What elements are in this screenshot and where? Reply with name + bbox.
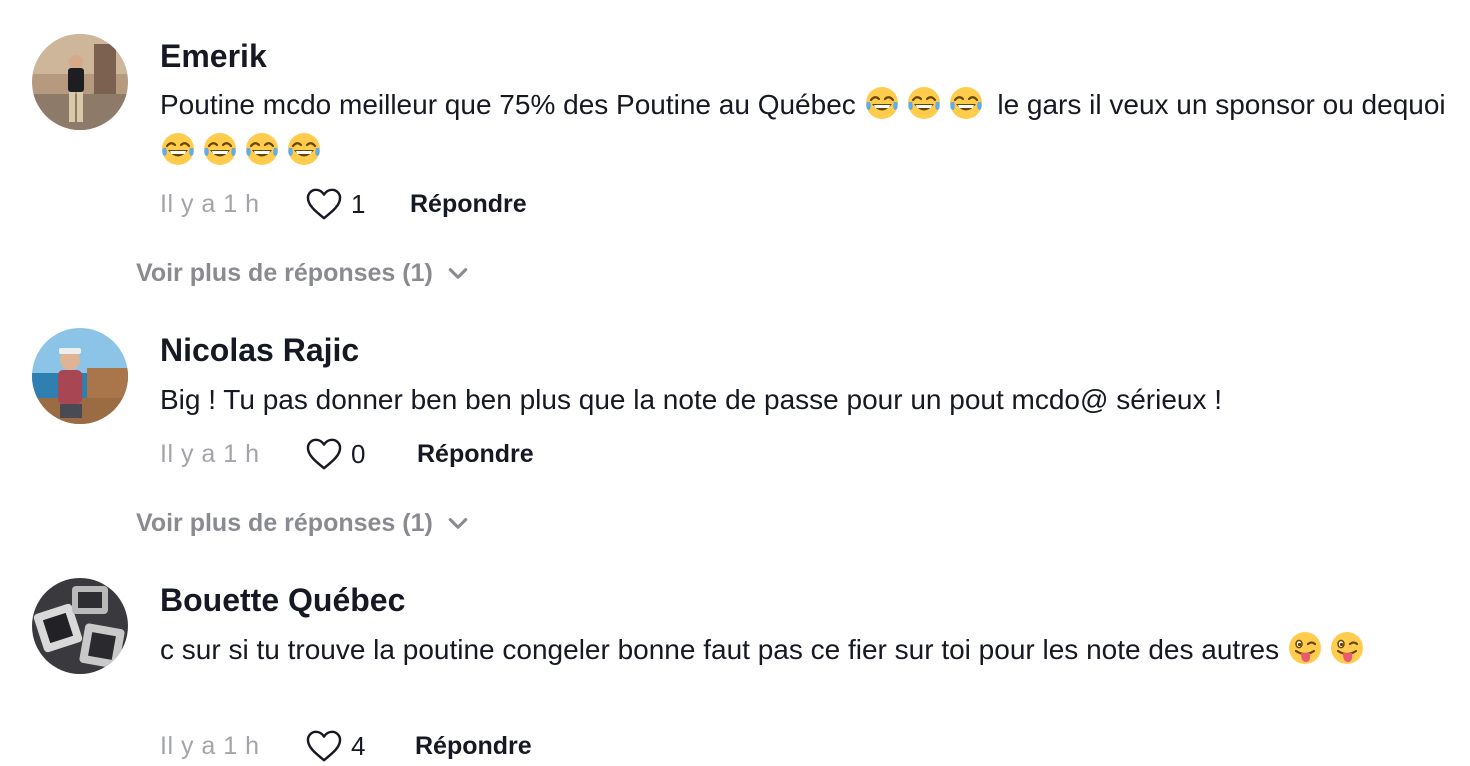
view-more-replies-button[interactable]: Voir plus de réponses (1) (136, 509, 469, 538)
comment-meta: Il y a 1 h 4 Répondre (160, 726, 532, 766)
comment-text: c sur si tu trouve la poutine congeler b… (160, 627, 1450, 673)
comment-timestamp: Il y a 1 h (160, 189, 260, 218)
like-button[interactable]: 0 (305, 437, 417, 471)
view-more-replies-label[interactable]: Voir plus de réponses (1) (136, 259, 433, 288)
like-button[interactable]: 1 (305, 187, 410, 221)
comment-text: Poutine mcdo meilleur que 75% des Poutin… (160, 82, 1450, 174)
avatar[interactable] (32, 328, 128, 424)
comment-text-part: c sur si tu trouve la poutine congeler b… (160, 634, 1287, 665)
face-with-tears-of-joy-emoji (160, 131, 196, 167)
comment-username[interactable]: Emerik (160, 38, 267, 75)
like-count: 0 (351, 438, 366, 469)
avatar[interactable] (32, 578, 128, 674)
reply-button[interactable]: Répondre (410, 190, 527, 219)
face-with-tears-of-joy-emoji (948, 85, 984, 121)
view-more-replies-button[interactable]: Voir plus de réponses (1) (136, 259, 469, 288)
reply-button[interactable]: Répondre (415, 732, 532, 761)
comment-timestamp: Il y a 1 h (160, 439, 260, 468)
heart-outline-icon[interactable] (305, 187, 343, 221)
face-with-tears-of-joy-emoji (864, 85, 900, 121)
face-with-tears-of-joy-emoji (286, 131, 322, 167)
view-more-replies-label[interactable]: Voir plus de réponses (1) (136, 509, 433, 538)
comment-text: Big ! Tu pas donner ben ben plus que la … (160, 384, 1223, 415)
comment-text-part: Poutine mcdo meilleur que 75% des Poutin… (160, 89, 864, 120)
chevron-down-icon[interactable] (447, 517, 469, 531)
comment-timestamp: Il y a 1 h (160, 731, 260, 760)
chevron-down-icon[interactable] (447, 267, 469, 281)
face-with-tears-of-joy-emoji (244, 131, 280, 167)
comment-username[interactable]: Nicolas Rajic (160, 332, 359, 369)
like-count: 4 (351, 730, 366, 761)
winking-face-with-tongue-emoji (1287, 630, 1323, 666)
winking-face-with-tongue-emoji (1329, 630, 1365, 666)
avatar[interactable] (32, 34, 128, 130)
comment-meta: Il y a 1 h 1 Répondre (160, 184, 527, 224)
comment-username[interactable]: Bouette Québec (160, 582, 405, 619)
reply-button[interactable]: Répondre (417, 440, 534, 469)
face-with-tears-of-joy-emoji (906, 85, 942, 121)
comment-meta: Il y a 1 h 0 Répondre (160, 434, 534, 474)
like-count: 1 (351, 188, 366, 219)
comment-text-part: le gars il veux un sponsor ou dequoi (989, 89, 1446, 120)
face-with-tears-of-joy-emoji (202, 131, 238, 167)
heart-outline-icon[interactable] (305, 437, 343, 471)
